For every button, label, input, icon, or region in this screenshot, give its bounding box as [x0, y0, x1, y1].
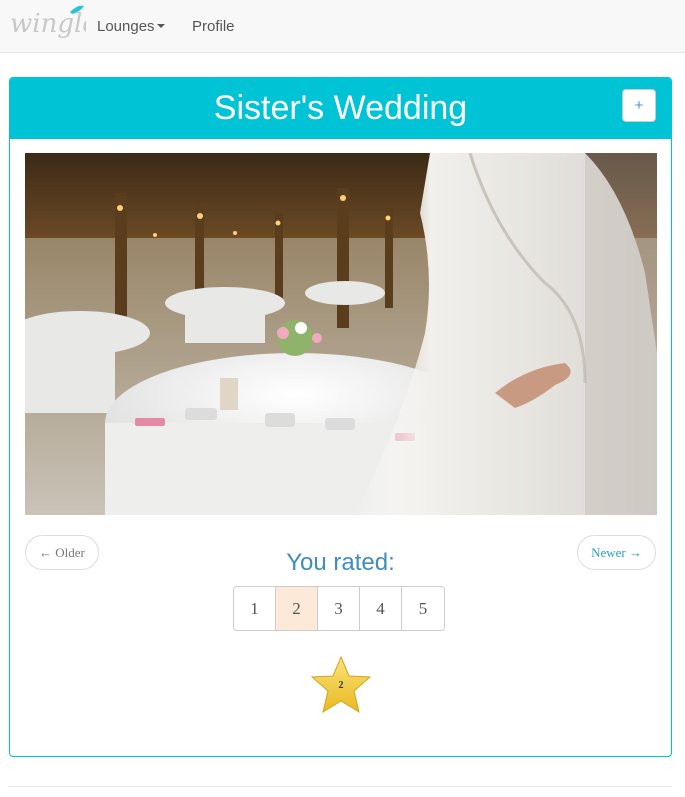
post-panel: Sister's Wedding + ← Older Newer → You r…	[9, 77, 672, 757]
star-rating-value: 2	[338, 680, 344, 691]
nav-lounges-dropdown[interactable]: Lounges	[97, 18, 165, 35]
rating-option-2[interactable]: 2	[276, 587, 318, 630]
footer-divider	[9, 786, 672, 787]
rating-option-5[interactable]: 5	[402, 587, 444, 630]
rating-option-3[interactable]: 3	[318, 587, 360, 630]
panel-heading: Sister's Wedding +	[10, 78, 671, 139]
rating-prompt: You rated:	[286, 549, 395, 576]
caret-down-icon	[156, 24, 165, 29]
wedding-photo	[25, 153, 657, 515]
nav-lounges-label: Lounges	[97, 18, 155, 35]
rating-star-badge: 2	[308, 655, 374, 715]
wingle-logo[interactable]: wingle	[8, 2, 98, 48]
navbar: wingle Lounges Profile	[0, 0, 685, 53]
svg-text:wingle: wingle	[10, 9, 86, 39]
rating-option-4[interactable]: 4	[360, 587, 402, 630]
rating-selector: 1 2 3 4 5	[233, 586, 445, 631]
rating-option-1[interactable]: 1	[234, 587, 276, 630]
nav-profile-link[interactable]: Profile	[192, 18, 235, 35]
page-title: Sister's Wedding	[213, 89, 468, 127]
add-button[interactable]: +	[622, 89, 656, 122]
